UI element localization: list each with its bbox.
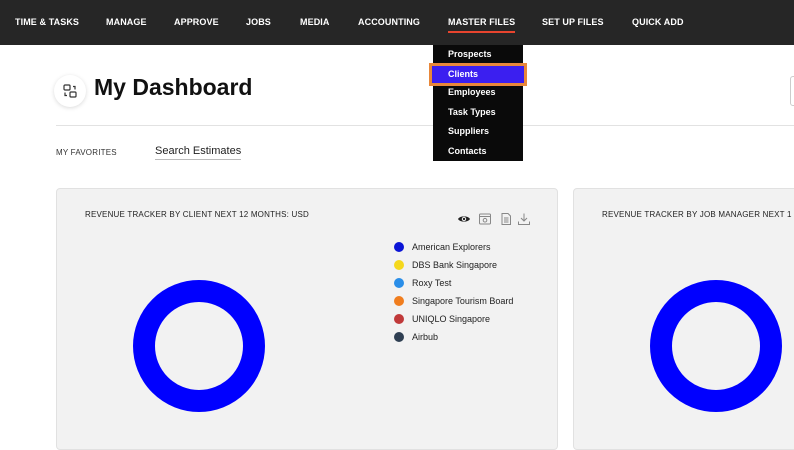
- document-icon[interactable]: [499, 212, 513, 226]
- legend-label: Roxy Test: [412, 278, 452, 288]
- preview-icon[interactable]: [478, 212, 492, 226]
- nav-media[interactable]: MEDIA: [300, 0, 330, 45]
- legend-swatch: [394, 260, 404, 270]
- nav-manage[interactable]: MANAGE: [106, 0, 147, 45]
- legend-label: UNIQLO Singapore: [412, 314, 491, 324]
- card-title: REVENUE TRACKER BY CLIENT NEXT 12 MONTHS…: [85, 210, 310, 219]
- page-title: My Dashboard: [94, 74, 253, 100]
- legend-swatch: [394, 242, 404, 252]
- legend-swatch: [394, 332, 404, 342]
- favorites-label: MY FAVORITES: [56, 148, 117, 157]
- dropdown-item-contacts[interactable]: Contacts: [433, 142, 523, 161]
- dropdown-item-suppliers[interactable]: Suppliers: [433, 122, 523, 141]
- header-right-control[interactable]: [790, 76, 794, 106]
- card-toolbar: [457, 212, 531, 226]
- legend-swatch: [394, 314, 404, 324]
- master-files-dropdown: Prospects Clients Employees Task Types S…: [429, 45, 527, 161]
- legend-label: Airbub: [412, 332, 439, 342]
- dropdown-item-task-types[interactable]: Task Types: [433, 103, 523, 122]
- eye-icon[interactable]: [457, 212, 471, 226]
- favorite-link-search-estimates[interactable]: Search Estimates: [155, 145, 242, 160]
- revenue-donut-chart[interactable]: [129, 276, 269, 416]
- donut-ring: [133, 280, 265, 412]
- swap-glyph-icon: [63, 84, 77, 98]
- download-icon[interactable]: [517, 212, 531, 226]
- dropdown-item-employees[interactable]: Employees: [433, 83, 523, 102]
- top-navigation: TIME & TASKS MANAGE APPROVE JOBS MEDIA A…: [0, 0, 794, 45]
- nav-quick-add[interactable]: QUICK ADD: [632, 0, 684, 45]
- legend-label: DBS Bank Singapore: [412, 260, 498, 270]
- nav-jobs[interactable]: JOBS: [246, 0, 271, 45]
- revenue-by-job-manager-card: REVENUE TRACKER BY JOB MANAGER NEXT 1: [573, 188, 794, 450]
- revenue-by-client-card: REVENUE TRACKER BY CLIENT NEXT 12 MONTHS…: [56, 188, 558, 450]
- dropdown-item-prospects[interactable]: Prospects: [433, 45, 523, 64]
- donut-ring: [650, 280, 782, 412]
- legend-label: American Explorers: [412, 242, 491, 252]
- legend-label: Singapore Tourism Board: [412, 296, 514, 306]
- header-divider: [56, 125, 794, 126]
- dropdown-item-clients[interactable]: Clients: [429, 63, 527, 86]
- card-title: REVENUE TRACKER BY JOB MANAGER NEXT 1: [602, 210, 792, 219]
- job-manager-donut-chart[interactable]: [646, 276, 786, 416]
- nav-accounting[interactable]: ACCOUNTING: [358, 0, 420, 45]
- nav-set-up-files[interactable]: SET UP FILES: [542, 0, 604, 45]
- nav-time-and-tasks[interactable]: TIME & TASKS: [15, 0, 79, 45]
- legend-swatch: [394, 296, 404, 306]
- legend-swatch: [394, 278, 404, 288]
- dashboard-swap-icon[interactable]: [54, 75, 86, 107]
- nav-master-files[interactable]: MASTER FILES: [448, 0, 516, 45]
- nav-approve[interactable]: APPROVE: [174, 0, 219, 45]
